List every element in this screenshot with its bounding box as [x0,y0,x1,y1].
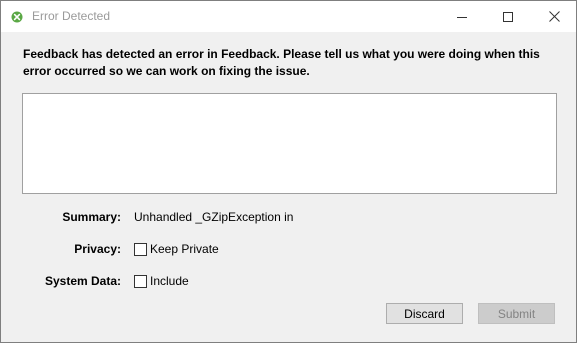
minimize-button[interactable] [439,1,485,32]
include-label[interactable]: Include [150,274,189,288]
maximize-icon [503,11,513,22]
keep-private-checkbox[interactable] [134,242,147,256]
error-message: Feedback has detected an error in Feedba… [23,47,540,78]
privacy-label: Privacy: [74,242,121,256]
title-bar[interactable]: Error Detected [1,1,576,32]
maximize-button[interactable] [485,1,531,32]
keep-private-label[interactable]: Keep Private [150,242,219,256]
close-icon [548,11,560,22]
include-system-data-checkbox[interactable] [134,274,147,288]
error-detected-window: Error Detected Feedback has detected an … [0,0,577,343]
summary-value: Unhandled _GZipException in [134,210,294,224]
window-title: Error Detected [32,9,111,23]
submit-button[interactable]: Submit [478,303,555,324]
feedback-description-input[interactable] [22,93,557,194]
feedback-app-icon [11,10,23,23]
include-system-data-option[interactable]: Include [134,274,189,288]
close-button[interactable] [531,1,577,32]
discard-button[interactable]: Discard [386,303,463,324]
keep-private-option[interactable]: Keep Private [134,242,219,256]
minimize-icon [457,12,467,22]
summary-label: Summary: [62,210,121,224]
system-data-label: System Data: [44,274,121,288]
